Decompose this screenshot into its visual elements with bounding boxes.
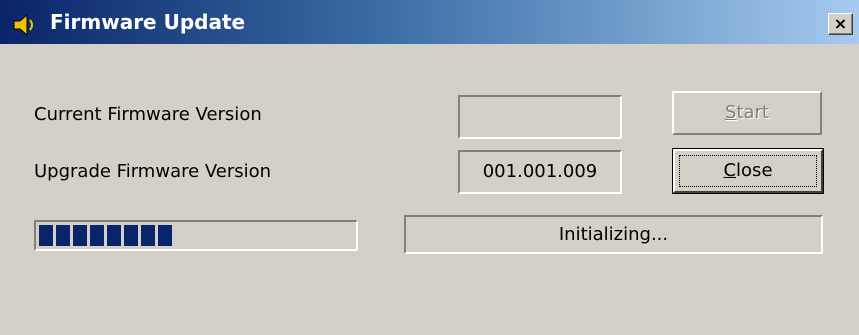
status-text: Initializing...	[404, 215, 823, 254]
close-button-focus-rect: Close	[679, 155, 817, 187]
progress-block	[141, 225, 155, 246]
start-button-label: Start	[725, 102, 769, 123]
close-button[interactable]: Close	[672, 148, 824, 194]
progress-block	[107, 225, 121, 246]
title-bar[interactable]: Firmware Update ×	[0, 0, 859, 44]
current-firmware-field	[458, 95, 622, 139]
progress-block	[90, 225, 104, 246]
progress-block	[124, 225, 138, 246]
progress-block	[56, 225, 70, 246]
window-title: Firmware Update	[50, 10, 246, 34]
upgrade-firmware-field: 001.001.009	[458, 150, 622, 194]
upgrade-firmware-label: Upgrade Firmware Version	[34, 161, 272, 182]
current-firmware-label: Current Firmware Version	[34, 104, 262, 125]
progress-block	[39, 225, 53, 246]
progress-block	[73, 225, 87, 246]
start-button[interactable]: Start	[672, 91, 822, 135]
firmware-update-dialog: Firmware Update × Current Firmware Versi…	[0, 0, 859, 335]
close-button-label: Close	[723, 160, 773, 181]
close-window-icon[interactable]: ×	[828, 13, 853, 35]
progress-block	[158, 225, 172, 246]
progress-bar	[34, 220, 358, 251]
speaker-icon	[13, 14, 33, 36]
progress-fill	[39, 225, 172, 246]
